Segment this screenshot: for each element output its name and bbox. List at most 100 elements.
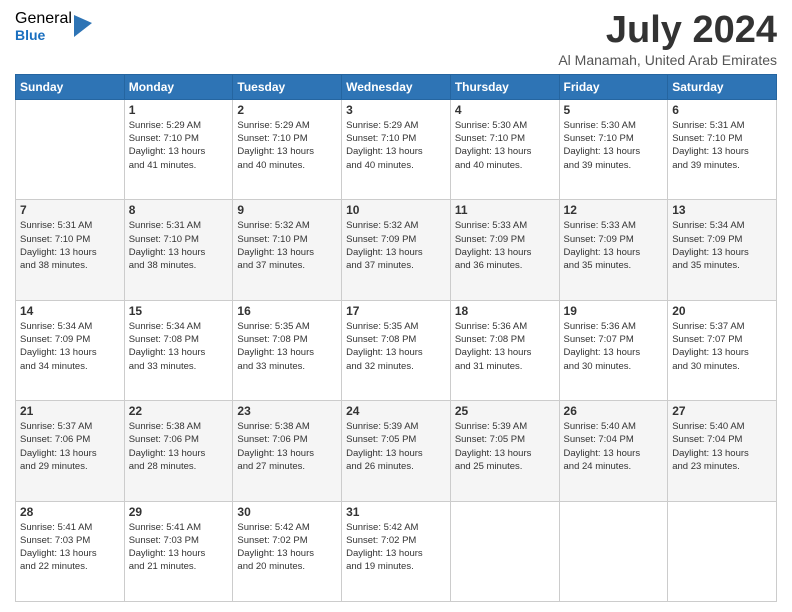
calendar-cell: 16 Sunrise: 5:35 AMSunset: 7:08 PMDayligh… — [233, 300, 342, 400]
calendar-cell: 25 Sunrise: 5:39 AMSunset: 7:05 PMDayligh… — [450, 401, 559, 501]
calendar-cell: 31 Sunrise: 5:42 AMSunset: 7:02 PMDayligh… — [342, 501, 451, 601]
weekday-header-saturday: Saturday — [668, 74, 777, 99]
calendar-cell — [559, 501, 668, 601]
day-info: Sunrise: 5:30 AMSunset: 7:10 PMDaylight:… — [564, 119, 664, 172]
calendar-cell — [450, 501, 559, 601]
day-info: Sunrise: 5:38 AMSunset: 7:06 PMDaylight:… — [237, 420, 337, 473]
day-number: 24 — [346, 404, 446, 418]
calendar-table: SundayMondayTuesdayWednesdayThursdayFrid… — [15, 74, 777, 602]
day-info: Sunrise: 5:42 AMSunset: 7:02 PMDaylight:… — [346, 521, 446, 574]
calendar-cell: 5 Sunrise: 5:30 AMSunset: 7:10 PMDaylight… — [559, 99, 668, 199]
calendar-cell: 2Sunrise: 5:29 AMSunset: 7:10 PMDaylight… — [233, 99, 342, 199]
calendar-cell — [668, 501, 777, 601]
calendar-cell: 27 Sunrise: 5:40 AMSunset: 7:04 PMDayligh… — [668, 401, 777, 501]
calendar-cell: 8Sunrise: 5:31 AMSunset: 7:10 PMDaylight… — [124, 200, 233, 300]
day-info: Sunrise: 5:38 AMSunset: 7:06 PMDaylight:… — [129, 420, 229, 473]
weekday-header-monday: Monday — [124, 74, 233, 99]
week-row-4: 21 Sunrise: 5:37 AMSunset: 7:06 PMDayligh… — [16, 401, 777, 501]
title-section: July 2024 Al Manamah, United Arab Emirat… — [558, 10, 777, 68]
calendar-cell: 23Sunrise: 5:38 AMSunset: 7:06 PMDayligh… — [233, 401, 342, 501]
day-info: Sunrise: 5:34 AMSunset: 7:09 PMDaylight:… — [20, 320, 120, 373]
day-info: Sunrise: 5:30 AMSunset: 7:10 PMDaylight:… — [455, 119, 555, 172]
day-info: Sunrise: 5:31 AMSunset: 7:10 PMDaylight:… — [20, 219, 120, 272]
day-number: 16 — [237, 304, 337, 318]
day-number: 13 — [672, 203, 772, 217]
day-info: Sunrise: 5:40 AMSunset: 7:04 PMDaylight:… — [672, 420, 772, 473]
day-number: 26 — [564, 404, 664, 418]
day-number: 29 — [129, 505, 229, 519]
calendar-cell: 11Sunrise: 5:33 AMSunset: 7:09 PMDayligh… — [450, 200, 559, 300]
calendar-cell: 20 Sunrise: 5:37 AMSunset: 7:07 PMDayligh… — [668, 300, 777, 400]
calendar-cell: 10 Sunrise: 5:32 AMSunset: 7:09 PMDayligh… — [342, 200, 451, 300]
calendar-cell: 22 Sunrise: 5:38 AMSunset: 7:06 PMDayligh… — [124, 401, 233, 501]
day-number: 8 — [129, 203, 229, 217]
day-info: Sunrise: 5:37 AMSunset: 7:07 PMDaylight:… — [672, 320, 772, 373]
calendar-cell: 1Sunrise: 5:29 AMSunset: 7:10 PMDaylight… — [124, 99, 233, 199]
calendar-cell: 3 Sunrise: 5:29 AMSunset: 7:10 PMDaylight… — [342, 99, 451, 199]
calendar-cell: 21 Sunrise: 5:37 AMSunset: 7:06 PMDayligh… — [16, 401, 125, 501]
weekday-header-friday: Friday — [559, 74, 668, 99]
day-number: 6 — [672, 103, 772, 117]
day-info: Sunrise: 5:37 AMSunset: 7:06 PMDaylight:… — [20, 420, 120, 473]
day-number: 9 — [237, 203, 337, 217]
day-info: Sunrise: 5:40 AMSunset: 7:04 PMDaylight:… — [564, 420, 664, 473]
day-info: Sunrise: 5:29 AMSunset: 7:10 PMDaylight:… — [346, 119, 446, 172]
day-info: Sunrise: 5:41 AMSunset: 7:03 PMDaylight:… — [20, 521, 120, 574]
calendar-cell: 12 Sunrise: 5:33 AMSunset: 7:09 PMDayligh… — [559, 200, 668, 300]
day-number: 31 — [346, 505, 446, 519]
calendar-cell: 24 Sunrise: 5:39 AMSunset: 7:05 PMDayligh… — [342, 401, 451, 501]
day-number: 11 — [455, 203, 555, 217]
day-info: Sunrise: 5:36 AMSunset: 7:07 PMDaylight:… — [564, 320, 664, 373]
calendar-cell: 4 Sunrise: 5:30 AMSunset: 7:10 PMDaylight… — [450, 99, 559, 199]
calendar-cell: 6Sunrise: 5:31 AMSunset: 7:10 PMDaylight… — [668, 99, 777, 199]
day-info: Sunrise: 5:41 AMSunset: 7:03 PMDaylight:… — [129, 521, 229, 574]
calendar-cell: 7 Sunrise: 5:31 AMSunset: 7:10 PMDaylight… — [16, 200, 125, 300]
location-subtitle: Al Manamah, United Arab Emirates — [558, 52, 777, 68]
day-number: 2 — [237, 103, 337, 117]
week-row-1: 1 Sunrise: 5:29 AMSunset: 7:10 PMDaylight… — [16, 99, 777, 199]
day-number: 15 — [129, 304, 229, 318]
day-number: 30 — [237, 505, 337, 519]
calendar-cell: 29 Sunrise: 5:41 AMSunset: 7:03 PMDayligh… — [124, 501, 233, 601]
day-number: 4 — [455, 103, 555, 117]
logo-general: General — [15, 10, 72, 28]
calendar-cell: 13Sunrise: 5:34 AMSunset: 7:09 PMDayligh… — [668, 200, 777, 300]
day-info: Sunrise: 5:36 AMSunset: 7:08 PMDaylight:… — [455, 320, 555, 373]
day-number: 3 — [346, 103, 446, 117]
day-number: 17 — [346, 304, 446, 318]
day-info: Sunrise: 5:33 AMSunset: 7:09 PMDaylight:… — [564, 219, 664, 272]
week-row-3: 14 Sunrise: 5:34 AMSunset: 7:09 PMDayligh… — [16, 300, 777, 400]
calendar-cell: 26 Sunrise: 5:40 AMSunset: 7:04 PMDayligh… — [559, 401, 668, 501]
day-number: 27 — [672, 404, 772, 418]
day-number: 7 — [20, 203, 120, 217]
day-info: Sunrise: 5:32 AMSunset: 7:09 PMDaylight:… — [346, 219, 446, 272]
calendar-cell — [16, 99, 125, 199]
day-number: 21 — [20, 404, 120, 418]
day-number: 25 — [455, 404, 555, 418]
calendar-cell: 14 Sunrise: 5:34 AMSunset: 7:09 PMDayligh… — [16, 300, 125, 400]
day-info: Sunrise: 5:39 AMSunset: 7:05 PMDaylight:… — [346, 420, 446, 473]
calendar-cell: 19Sunrise: 5:36 AMSunset: 7:07 PMDayligh… — [559, 300, 668, 400]
day-number: 20 — [672, 304, 772, 318]
logo-icon — [74, 15, 92, 37]
logo-text: General Blue — [15, 10, 72, 43]
calendar-cell: 17Sunrise: 5:35 AMSunset: 7:08 PMDayligh… — [342, 300, 451, 400]
day-number: 12 — [564, 203, 664, 217]
page: General Blue July 2024 Al Manamah, Unite… — [0, 0, 792, 612]
day-number: 28 — [20, 505, 120, 519]
day-number: 14 — [20, 304, 120, 318]
calendar-cell: 15Sunrise: 5:34 AMSunset: 7:08 PMDayligh… — [124, 300, 233, 400]
day-info: Sunrise: 5:35 AMSunset: 7:08 PMDaylight:… — [237, 320, 337, 373]
day-number: 1 — [129, 103, 229, 117]
logo-blue: Blue — [15, 28, 72, 43]
day-number: 18 — [455, 304, 555, 318]
calendar-cell: 28 Sunrise: 5:41 AMSunset: 7:03 PMDayligh… — [16, 501, 125, 601]
day-number: 10 — [346, 203, 446, 217]
day-info: Sunrise: 5:39 AMSunset: 7:05 PMDaylight:… — [455, 420, 555, 473]
day-number: 22 — [129, 404, 229, 418]
calendar-cell: 30Sunrise: 5:42 AMSunset: 7:02 PMDayligh… — [233, 501, 342, 601]
month-title: July 2024 — [558, 10, 777, 52]
day-number: 5 — [564, 103, 664, 117]
header: General Blue July 2024 Al Manamah, Unite… — [15, 10, 777, 68]
weekday-header-wednesday: Wednesday — [342, 74, 451, 99]
